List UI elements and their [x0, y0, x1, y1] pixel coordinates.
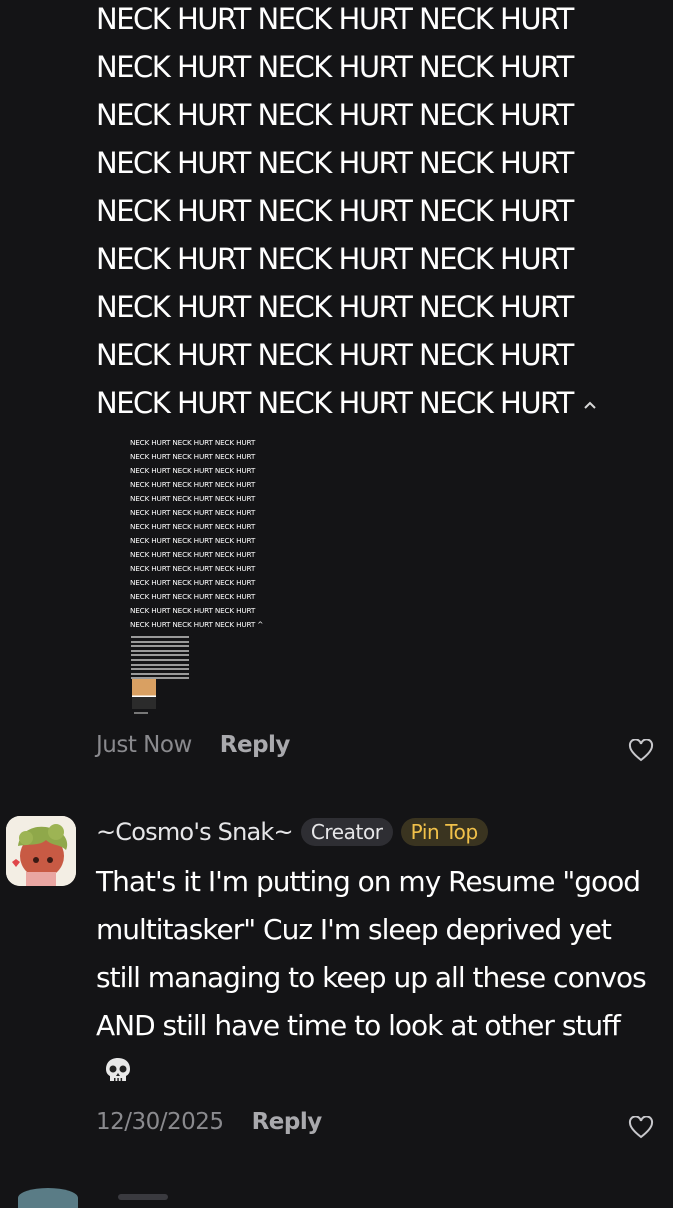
comment-text: That's it I'm putting on my Resume "good…	[96, 858, 656, 1098]
message-line: NECK HURT NECK HURT NECK HURT	[96, 194, 574, 228]
chevron-up-icon[interactable]	[583, 381, 597, 429]
heart-outline-icon[interactable]	[628, 738, 654, 763]
comment-meta: 12/30/2025 Reply	[96, 1109, 322, 1135]
attachment-line: NECK HURT NECK HURT NECK HURT	[130, 606, 256, 615]
attachment-line: NECK HURT NECK HURT NECK HURT	[130, 438, 256, 447]
message-line: NECK HURT NECK HURT NECK HURT	[96, 98, 574, 132]
skull-icon	[102, 1054, 134, 1086]
attachment-line: NECK HURT NECK HURT NECK HURT	[130, 578, 256, 587]
attachment-line: NECK HURT NECK HURT NECK HURT	[130, 550, 256, 559]
timestamp: 12/30/2025	[96, 1109, 224, 1135]
avatar[interactable]	[6, 816, 76, 886]
attachment-line: NECK HURT NECK HURT NECK HURT	[130, 522, 256, 531]
avatar[interactable]	[18, 1188, 78, 1208]
attachment-line: NECK HURT NECK HURT NECK HURT	[130, 494, 256, 503]
message-line: NECK HURT NECK HURT NECK HURT	[96, 338, 574, 372]
attachment-image[interactable]: NECK HURT NECK HURT NECK HURT NECK HURT …	[126, 436, 296, 718]
nested-image	[132, 679, 156, 709]
reply-button[interactable]: Reply	[220, 732, 291, 758]
creator-badge: Creator	[300, 818, 393, 846]
author-name[interactable]: ~Cosmo's Snak~	[96, 818, 294, 846]
message-line: NECK HURT NECK HURT NECK HURT	[96, 2, 574, 36]
attachment-line: NECK HURT NECK HURT NECK HURT	[130, 480, 256, 489]
timestamp: Just Now	[96, 732, 192, 758]
comment-header: ~Cosmo's Snak~ Creator Pin Top	[96, 818, 488, 846]
attachment-line: NECK HURT NECK HURT NECK HURT	[130, 564, 256, 573]
attachment-line: NECK HURT NECK HURT NECK HURT	[130, 592, 256, 601]
message-line: NECK HURT NECK HURT NECK HURT	[96, 50, 574, 84]
attachment-line: NECK HURT NECK HURT NECK HURT	[130, 536, 256, 545]
message-line: NECK HURT NECK HURT NECK HURT	[96, 290, 574, 324]
attachment-line: NECK HURT NECK HURT NECK HURT	[130, 452, 256, 461]
nested-screenshot	[131, 636, 191, 682]
attachment-line: NECK HURT NECK HURT NECK HURT	[130, 466, 256, 475]
attachment-line: NECK HURT NECK HURT NECK HURT	[130, 508, 256, 517]
heart-outline-icon[interactable]	[628, 1115, 654, 1140]
message-line: NECK HURT NECK HURT NECK HURT	[96, 379, 656, 427]
message-meta: Just Now Reply	[96, 732, 290, 758]
reply-button[interactable]: Reply	[252, 1109, 323, 1135]
message-line: NECK HURT NECK HURT NECK HURT	[96, 146, 574, 180]
message-text: NECK HURT NECK HURT NECK HURT NECK HURT …	[96, 0, 656, 427]
message-line: NECK HURT NECK HURT NECK HURT	[96, 242, 574, 276]
attachment-line: NECK HURT NECK HURT NECK HURT ^	[130, 620, 264, 629]
nested-caption	[134, 712, 148, 714]
pin-top-badge: Pin Top	[400, 818, 488, 846]
next-comment-author	[118, 1194, 168, 1200]
